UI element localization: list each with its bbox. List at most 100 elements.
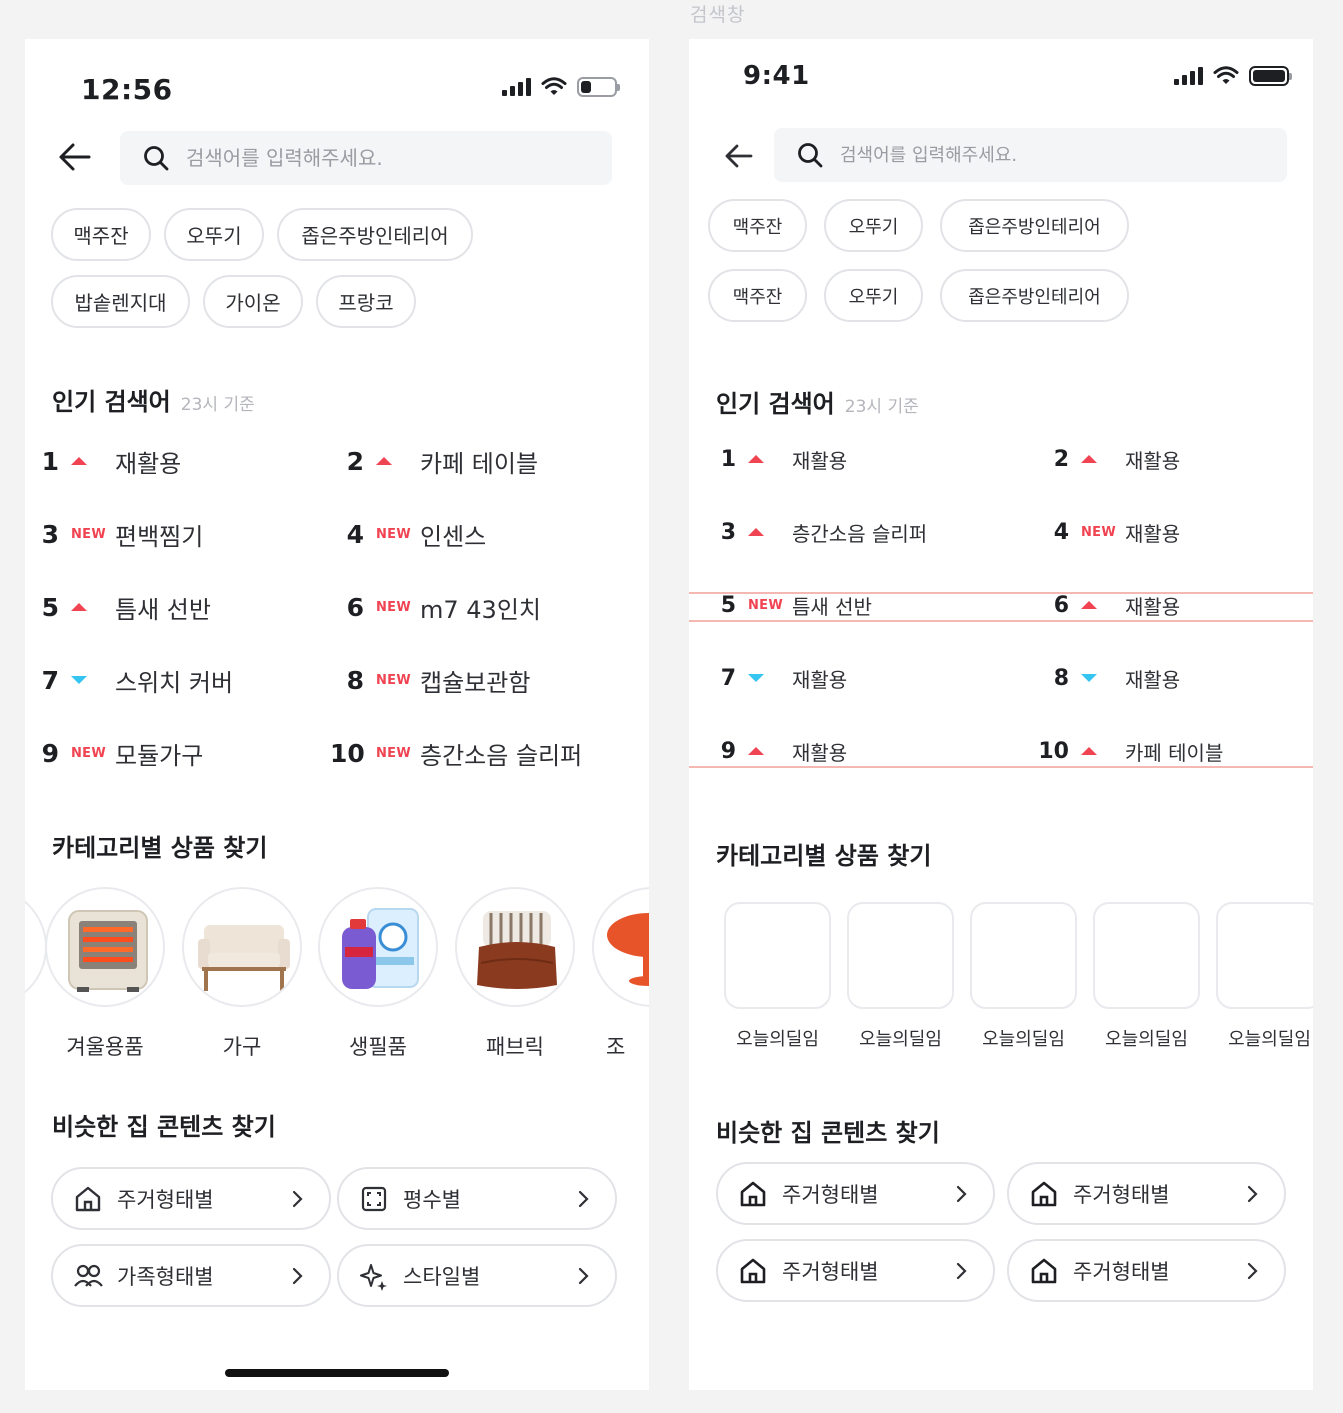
category-item[interactable]: 패브릭 <box>455 887 575 1061</box>
rank-keyword: 편백찜기 <box>115 522 204 551</box>
new-badge-text: NEW <box>1081 524 1116 540</box>
tile-label: 오늘의딜임 <box>1228 1029 1311 1050</box>
tile-image-placeholder <box>724 902 831 1009</box>
rank-number: 10 <box>1038 738 1069 764</box>
rank-number: 8 <box>1053 665 1069 691</box>
new-badge-text: NEW <box>376 599 411 615</box>
tile-image-placeholder <box>970 902 1077 1009</box>
new-badge: NEW <box>71 746 115 761</box>
recent-chip[interactable]: 밥솥렌지대 <box>51 275 190 328</box>
popular-rank-item[interactable]: 10 카페 테이블 <box>1035 731 1223 771</box>
popular-rank-item[interactable]: 3 층간소음 슬리퍼 <box>702 512 927 552</box>
search-icon <box>144 146 169 171</box>
similar-housing-type[interactable]: 주거형태별 <box>716 1162 995 1225</box>
recent-chip[interactable]: 좁은주방인테리어 <box>277 208 473 261</box>
popular-rank-item[interactable]: 6 재활용 <box>1035 585 1181 625</box>
rank-up-icon <box>748 528 792 536</box>
category-label: 생필품 <box>349 1035 407 1059</box>
recent-chip[interactable]: 맥주잔 <box>708 269 807 322</box>
popular-rank-item[interactable]: 2 카페 테이블 <box>330 441 538 481</box>
recent-chip[interactable]: 프랑코 <box>316 275 416 328</box>
category-item[interactable]: 생필품 <box>318 887 438 1061</box>
category-item[interactable]: 조 <box>592 887 649 1061</box>
rank-number: 2 <box>1053 446 1069 472</box>
similar-housing-type[interactable]: 주거형태별 <box>1007 1239 1286 1302</box>
popular-rank-item[interactable]: 5 NEW 틈새 선반 <box>702 585 872 625</box>
rank-keyword: 재활용 <box>1125 667 1181 692</box>
popular-rank-item[interactable]: 3 NEW 편백찜기 <box>25 514 204 554</box>
similar-title: 비슷한 집 콘텐츠 찾기 <box>52 1113 276 1141</box>
popular-rank-item[interactable]: 10 NEW 층간소음 슬리퍼 <box>330 733 582 773</box>
popular-rank-item[interactable]: 7 재활용 <box>702 658 848 698</box>
rank-keyword: 재활용 <box>1125 448 1181 473</box>
similar-housing-type[interactable]: 주거형태별 <box>51 1167 331 1230</box>
recent-chip[interactable]: 좁은주방인테리어 <box>940 199 1129 252</box>
rank-keyword: 캡슐보관함 <box>420 668 531 697</box>
popular-rank-item[interactable]: 9 NEW 모듈가구 <box>25 733 204 773</box>
rank-keyword: 층간소음 슬리퍼 <box>792 521 928 546</box>
popular-rank-item[interactable]: 6 NEW m7 43인치 <box>330 587 541 627</box>
popular-rank-item[interactable]: 8 NEW 캡슐보관함 <box>330 660 531 700</box>
rank-number: 6 <box>346 592 364 622</box>
category-item-partial[interactable] <box>25 887 47 1007</box>
popular-rank-item[interactable]: 7 스위치 커버 <box>25 660 233 700</box>
similar-label: 주거형태별 <box>782 1182 879 1207</box>
rank-number: 5 <box>41 592 59 622</box>
back-arrow-icon[interactable] <box>719 136 759 176</box>
category-tile[interactable]: 오늘의딜임 <box>1216 902 1313 1051</box>
rank-down-icon <box>71 676 115 684</box>
category-tile[interactable]: 오늘의딜임 <box>970 902 1077 1051</box>
triangle-down-icon <box>71 676 87 684</box>
status-time: 9:41 <box>743 61 810 91</box>
triangle-up-icon <box>1081 747 1097 755</box>
popular-rank-item[interactable]: 4 NEW 재활용 <box>1035 512 1181 552</box>
recent-chip[interactable]: 오뚜기 <box>164 208 264 261</box>
recent-chip[interactable]: 맥주잔 <box>708 199 807 252</box>
triangle-up-icon <box>1081 455 1097 463</box>
popular-rank-item[interactable]: 2 재활용 <box>1035 439 1181 479</box>
popular-rank-item[interactable]: 5 틈새 선반 <box>25 587 211 627</box>
rank-number: 4 <box>346 519 364 549</box>
rank-keyword: m7 43인치 <box>420 595 541 624</box>
similar-area-size[interactable]: 평수별 <box>337 1167 617 1230</box>
triangle-up-icon <box>376 457 392 465</box>
search-bar[interactable] <box>774 128 1287 182</box>
recent-chip[interactable]: 오뚜기 <box>824 269 923 322</box>
popular-title-text: 인기 검색어 <box>52 388 171 416</box>
popular-rank-item[interactable]: 1 재활용 <box>25 441 182 481</box>
category-tile[interactable]: 오늘의딜임 <box>847 902 954 1051</box>
popular-rank-item[interactable]: 9 재활용 <box>702 731 848 771</box>
recent-chip[interactable]: 가이온 <box>203 275 303 328</box>
similar-housing-type[interactable]: 주거형태별 <box>716 1239 995 1302</box>
new-badge: NEW <box>1081 525 1125 540</box>
new-badge-text: NEW <box>376 672 411 688</box>
similar-style[interactable]: 스타일별 <box>337 1244 617 1307</box>
signal-icon <box>1174 67 1203 85</box>
popular-rank-item[interactable]: 8 재활용 <box>1035 658 1181 698</box>
recent-chip[interactable]: 오뚜기 <box>824 199 923 252</box>
rank-number: 1 <box>41 446 59 476</box>
category-tile[interactable]: 오늘의딜임 <box>1093 902 1200 1051</box>
popular-rank-item[interactable]: 4 NEW 인센스 <box>330 514 487 554</box>
similar-label: 주거형태별 <box>1073 1259 1170 1284</box>
similar-label: 주거형태별 <box>1073 1182 1170 1207</box>
sofa-image <box>182 887 302 1007</box>
category-item[interactable]: 가구 <box>182 887 302 1061</box>
search-input[interactable] <box>186 146 566 170</box>
recent-chip[interactable]: 좁은주방인테리어 <box>940 269 1129 322</box>
rank-keyword: 틈새 선반 <box>115 595 211 624</box>
category-tile[interactable]: 오늘의딜임 <box>724 902 831 1051</box>
similar-housing-type[interactable]: 주거형태별 <box>1007 1162 1286 1225</box>
rank-up-icon <box>376 457 420 465</box>
back-arrow-icon[interactable] <box>55 137 95 177</box>
recent-chip[interactable]: 맥주잔 <box>51 208 151 261</box>
search-bar[interactable] <box>120 131 612 185</box>
popular-rank-item[interactable]: 1 재활용 <box>702 439 848 479</box>
category-item[interactable]: 겨울용품 <box>45 887 165 1061</box>
chevron-right-icon <box>292 1267 303 1284</box>
tile-label: 오늘의딜임 <box>982 1029 1065 1050</box>
similar-family-type[interactable]: 가족형태별 <box>51 1244 331 1307</box>
triangle-up-icon <box>748 528 764 536</box>
search-input[interactable] <box>840 144 1220 166</box>
popular-title-text: 인기 검색어 <box>716 390 835 418</box>
